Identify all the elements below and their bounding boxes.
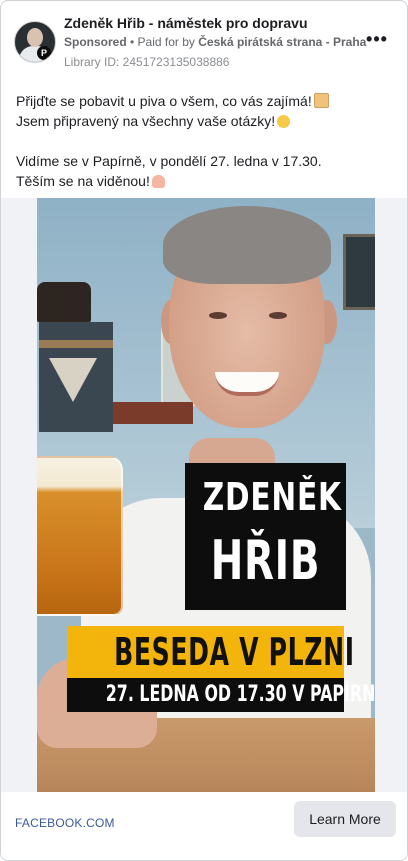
ad-header: P Zdeněk Hřib - náměstek pro dopravu Spo…	[1, 1, 407, 81]
person-eye-left	[209, 312, 227, 319]
background-drum	[39, 322, 113, 432]
poster-last-name: HŘIB	[210, 529, 321, 592]
library-id: Library ID: 2451723135038886	[64, 55, 230, 69]
poster-event-title: BESEDA V PLZNI	[114, 630, 355, 674]
poster-event-box: BESEDA V PLZNI	[67, 626, 355, 678]
post-text: Přijďte se pobavit u piva o všem, co vás…	[16, 91, 396, 191]
wall-picture-frame	[343, 234, 375, 310]
person-hair	[163, 206, 331, 284]
background-lamp	[37, 282, 91, 322]
beer-glass-icon	[37, 456, 123, 616]
party-logo-icon: P	[37, 46, 51, 60]
person-eye-right	[269, 312, 287, 319]
sponsored-label: Sponsored	[64, 35, 127, 49]
funder-link[interactable]: Česká pirátská strana - Praha	[198, 35, 366, 49]
destination-domain[interactable]: FACEBOOK.COM	[15, 816, 115, 830]
page-avatar[interactable]: P	[14, 21, 56, 63]
poster-first-name: ZDENĚK	[202, 475, 342, 519]
event-poster-image[interactable]: ZDENĚK HŘIB BESEDA V PLZNI 27. LEDNA OD …	[37, 198, 375, 792]
post-line-1: Přijďte se pobavit u piva o všem, co vás…	[16, 93, 312, 109]
poster-date: 27. LEDNA OD 17.30 V PAPÍRNĚ	[105, 682, 375, 707]
ad-footer: FACEBOOK.COM Learn More	[1, 792, 407, 860]
poster-name-box: ZDENĚK HŘIB	[185, 463, 346, 610]
sponsor-line: Sponsored • Paid for by Česká pirátská s…	[64, 35, 366, 49]
learn-more-button[interactable]: Learn More	[294, 801, 396, 837]
post-line-3: Vidíme se v Papírně, v pondělí 27. ledna…	[16, 153, 322, 169]
page-name-link[interactable]: Zdeněk Hřib - náměstek pro dopravu	[64, 15, 308, 31]
ad-card: P Zdeněk Hřib - náměstek pro dopravu Spo…	[0, 0, 408, 861]
beer-emoji-icon	[313, 93, 329, 108]
avatar-face	[27, 28, 43, 47]
ad-media[interactable]: ZDENĚK HŘIB BESEDA V PLZNI 27. LEDNA OD …	[1, 198, 407, 792]
post-line-4: Těším se na viděnou!	[16, 173, 150, 189]
wave-emoji-icon	[151, 175, 165, 188]
background-shelf	[113, 402, 193, 424]
smile-emoji-icon	[277, 115, 291, 128]
more-options-icon[interactable]: •••	[365, 29, 389, 53]
paid-for-prefix: • Paid for by	[126, 35, 199, 49]
post-line-2: Jsem připravený na všechny vaše otázky!	[16, 113, 276, 129]
poster-date-box: 27. LEDNA OD 17.30 V PAPÍRNĚ	[67, 678, 375, 712]
